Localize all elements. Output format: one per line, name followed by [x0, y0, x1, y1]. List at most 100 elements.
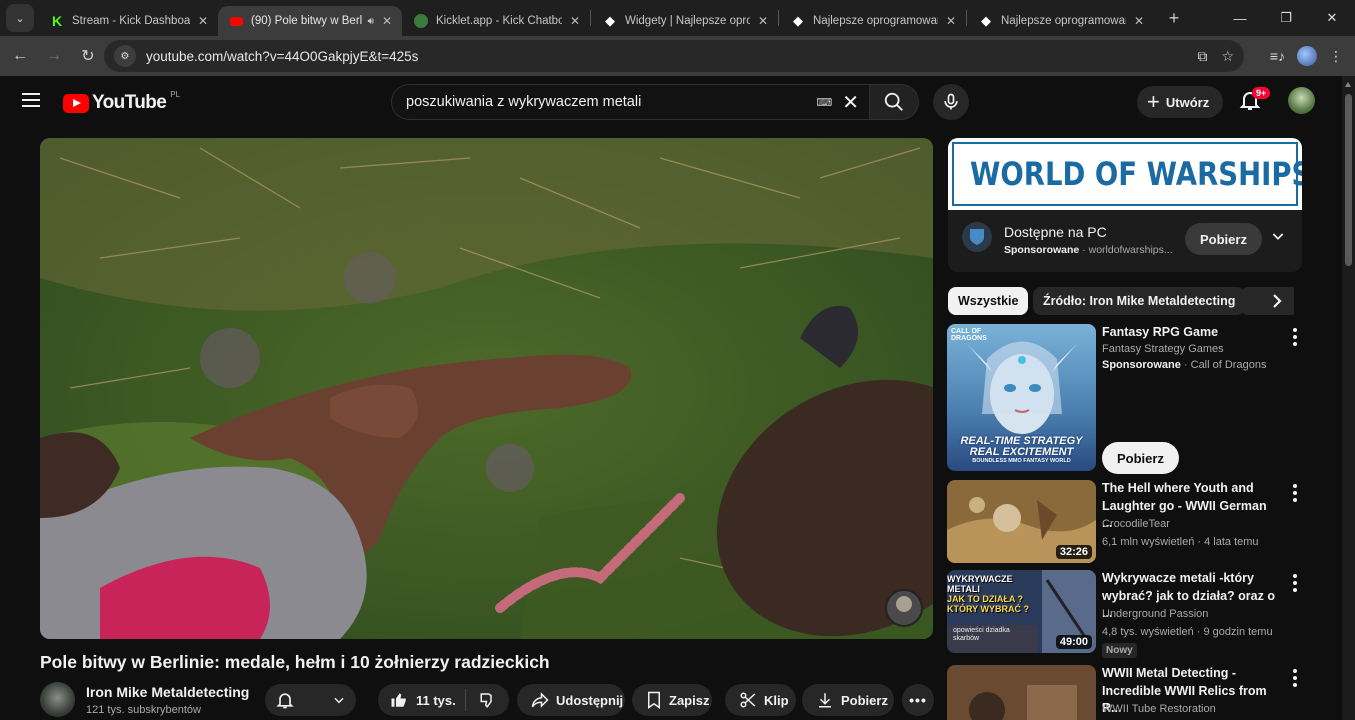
chip-all[interactable]: Wszystkie — [948, 287, 1029, 315]
restore-icon[interactable]: ❐ — [1263, 0, 1309, 36]
recommendation-item[interactable]: WWII Metal Detecting - Incredible WWII R… — [947, 665, 1307, 720]
search-query[interactable]: poszukiwania z wykrywaczem metali — [406, 94, 816, 110]
plus-icon: + — [1147, 89, 1160, 114]
dislike-button[interactable] — [466, 691, 509, 709]
thumbs-up-icon — [391, 693, 406, 707]
browser-tab[interactable]: K Stream - Kick Dashboard ✕ — [38, 6, 218, 36]
ad-download-button[interactable]: Pobierz — [1102, 442, 1179, 474]
site-settings-icon[interactable]: ⚙ — [114, 45, 136, 67]
forward-arrow-icon[interactable]: → — [38, 40, 70, 72]
video-thumbnail[interactable]: CALL OF DRAGONS REAL-TIME STRATEGY REAL … — [947, 324, 1096, 471]
voice-search-button[interactable] — [933, 84, 969, 120]
ad-title[interactable]: Dostępne na PC — [1004, 224, 1107, 240]
hamburger-menu-icon[interactable] — [22, 93, 40, 107]
video-thumbnail[interactable] — [947, 665, 1096, 720]
chevron-right-icon[interactable] — [1270, 293, 1284, 314]
sponsored-ad-card[interactable]: WORLD OF WARSHIPS Dostępne na PC Sponsor… — [948, 138, 1302, 272]
channel-avatar[interactable] — [40, 682, 75, 717]
browser-menu-icon[interactable]: ⋮ — [1329, 48, 1343, 65]
subscription-bell-button[interactable] — [265, 684, 356, 716]
bookmark-star-icon[interactable]: ☆ — [1221, 48, 1234, 65]
video-frame-image — [40, 138, 933, 639]
more-vertical-icon[interactable] — [1290, 328, 1300, 346]
tab-search-button[interactable]: ⌄ — [6, 4, 34, 32]
video-thumbnail[interactable]: WYKRYWACZE METALI JAK TO DZIAŁA ? KTÓRY … — [947, 570, 1096, 653]
search-button[interactable] — [869, 84, 919, 120]
close-window-icon[interactable]: ✕ — [1309, 0, 1355, 36]
share-icon — [531, 691, 549, 709]
ad-banner-image[interactable]: WORLD OF WARSHIPS — [948, 138, 1302, 210]
video-owner-row: Iron Mike Metaldetecting 121 tys. subskr… — [40, 682, 940, 720]
recommendation-item[interactable]: CALL OF DRAGONS REAL-TIME STRATEGY REAL … — [947, 324, 1307, 474]
search-input[interactable]: poszukiwania z wykrywaczem metali ⌨ ✕ — [391, 84, 869, 120]
scrollbar-thumb[interactable] — [1345, 94, 1352, 266]
window-controls: — ❐ ✕ — [1217, 0, 1355, 36]
youtube-icon — [230, 16, 243, 26]
scroll-up-arrow-icon[interactable] — [1345, 82, 1351, 87]
diamond-icon: ◆ — [793, 13, 803, 28]
close-tab-icon[interactable]: ✕ — [382, 14, 392, 28]
recommendation-channel[interactable]: CrocodileTear — [1102, 518, 1170, 530]
recommendation-item[interactable]: 32:26 The Hell where Youth and Laughter … — [947, 480, 1307, 564]
close-tab-icon[interactable]: ✕ — [946, 14, 956, 28]
address-bar-actions: ⧉ ☆ — [1197, 40, 1234, 72]
browser-tab[interactable]: ◆ Najlepsze oprogramowanie ✕ — [967, 6, 1154, 36]
notifications-button[interactable]: 9+ — [1238, 87, 1271, 114]
install-app-icon[interactable]: ⧉ — [1197, 48, 1207, 65]
media-controls-icon[interactable]: ≡♪ — [1270, 48, 1285, 64]
recommendation-meta: Sponsorowane · Call of Dragons — [1102, 359, 1267, 371]
recommendation-channel[interactable]: WWII Tube Restoration — [1102, 703, 1216, 715]
youtube-play-icon — [63, 93, 89, 113]
recommendation-item[interactable]: WYKRYWACZE METALI JAK TO DZIAŁA ? KTÓRY … — [947, 570, 1307, 658]
ad-banner-text: WORLD OF WARSHIPS — [970, 155, 1302, 193]
youtube-logo[interactable]: YouTube PL — [63, 90, 180, 114]
recommendation-channel[interactable]: Fantasy Strategy Games — [1102, 343, 1224, 355]
chip-partial[interactable] — [1240, 287, 1294, 315]
close-tab-icon[interactable]: ✕ — [1134, 14, 1144, 28]
minimize-icon[interactable]: — — [1217, 0, 1263, 36]
kicklet-icon — [414, 14, 428, 28]
browser-tab-active[interactable]: (90) Pole bitwy w Berlinie: medale, hełm… — [218, 6, 402, 36]
speaker-icon[interactable]: 🔊︎ — [368, 16, 374, 27]
filter-chips: Wszystkie Źródło: Iron Mike Metaldetecti… — [948, 287, 1294, 315]
new-tab-icon[interactable]: + — [1162, 8, 1186, 29]
url-text[interactable]: youtube.com/watch?v=44O0GakpjyE&t=425s — [146, 49, 418, 64]
account-avatar[interactable] — [1288, 87, 1315, 114]
more-vertical-icon[interactable] — [1290, 669, 1300, 687]
clear-search-icon[interactable]: ✕ — [842, 90, 859, 115]
download-button[interactable]: Pobierz — [802, 684, 894, 716]
save-button[interactable]: Zapisz — [632, 684, 712, 716]
browser-tab[interactable]: ◆ Najlepsze oprogramowanie ✕ — [779, 6, 966, 36]
video-duration: 49:00 — [1055, 635, 1092, 649]
back-arrow-icon[interactable]: ← — [4, 40, 36, 72]
recommendation-channel[interactable]: Underground Passion — [1102, 608, 1208, 620]
browser-tab[interactable]: ◆ Widgety | Najlepsze oprogramowanie ✕ — [591, 6, 778, 36]
more-vertical-icon[interactable] — [1290, 484, 1300, 502]
close-tab-icon[interactable]: ✕ — [198, 14, 208, 28]
clip-button[interactable]: Klip — [725, 684, 796, 716]
channel-name[interactable]: Iron Mike Metaldetecting — [86, 684, 249, 700]
more-actions-button[interactable]: ••• — [902, 684, 934, 716]
like-button[interactable]: 11 tys. — [390, 689, 467, 711]
share-button[interactable]: Udostępnij — [517, 684, 625, 716]
search-icon — [884, 92, 903, 111]
advertiser-logo-icon[interactable] — [962, 222, 992, 252]
video-thumbnail[interactable]: 32:26 — [947, 480, 1096, 563]
close-tab-icon[interactable]: ✕ — [570, 14, 580, 28]
like-dislike-group: 11 tys. — [378, 684, 509, 716]
reload-icon[interactable]: ↻ — [72, 40, 104, 72]
new-badge: Nowy — [1102, 643, 1137, 658]
video-player[interactable] — [40, 138, 933, 639]
keyboard-icon[interactable]: ⌨ — [816, 96, 832, 109]
close-tab-icon[interactable]: ✕ — [758, 14, 768, 28]
recommendation-title[interactable]: Fantasy RPG Game — [1102, 324, 1280, 342]
address-bar[interactable]: ⚙ youtube.com/watch?v=44O0GakpjyE&t=425s… — [104, 40, 1244, 72]
create-button[interactable]: + Utwórz — [1137, 86, 1224, 118]
chevron-down-icon[interactable] — [1270, 228, 1286, 249]
profile-icon[interactable] — [1297, 46, 1317, 66]
ad-download-button[interactable]: Pobierz — [1185, 223, 1262, 255]
browser-tab[interactable]: Kicklet.app - Kick Chatbot ✕ — [402, 6, 590, 36]
chip-source[interactable]: Źródło: Iron Mike Metaldetecting — [1033, 287, 1246, 315]
page-scrollbar[interactable] — [1342, 76, 1355, 720]
more-vertical-icon[interactable] — [1290, 574, 1300, 592]
